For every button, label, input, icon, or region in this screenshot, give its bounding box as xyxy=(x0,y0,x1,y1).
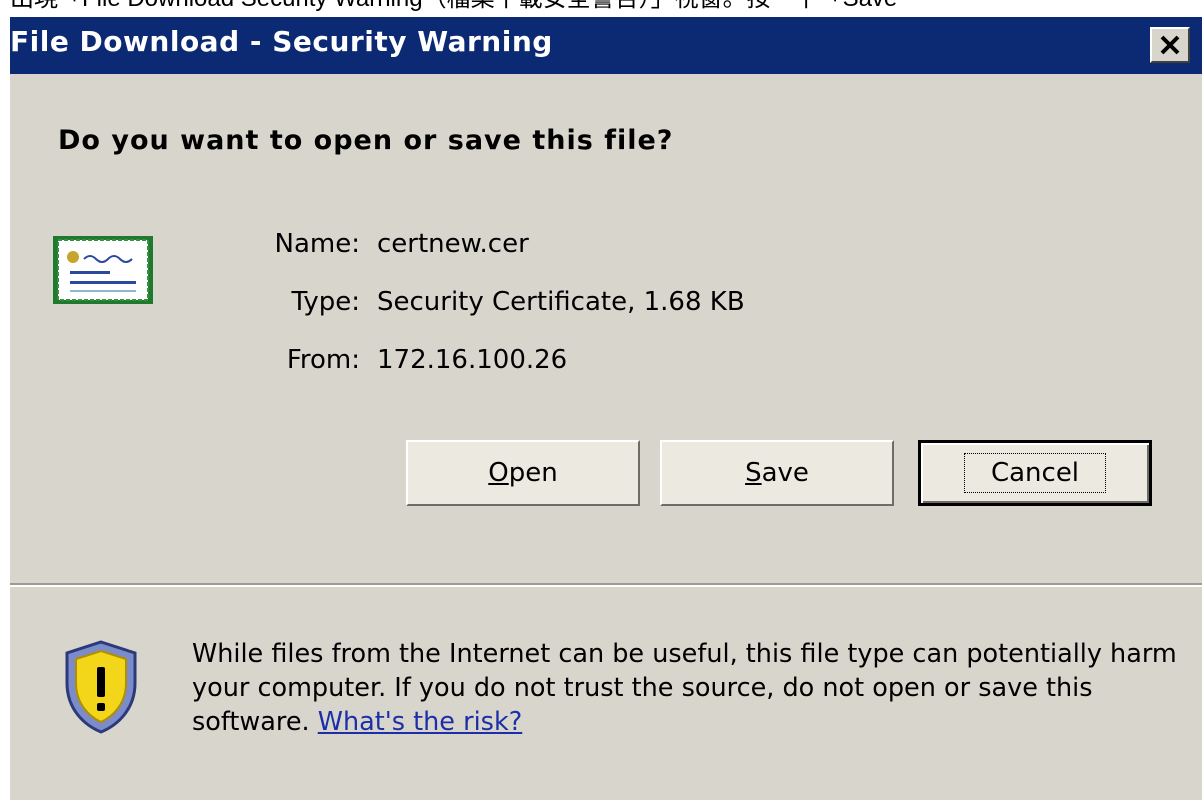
cancel-button[interactable]: Cancel xyxy=(918,440,1152,506)
name-label: Name: xyxy=(274,229,360,259)
title-bar[interactable]: File Download - Security Warning xyxy=(10,17,1202,74)
shield-warning-icon xyxy=(62,639,140,740)
separator xyxy=(10,583,1202,587)
screenshot-page: 出現「File Download Security Warning（檔案下載安全… xyxy=(0,0,1202,800)
close-icon xyxy=(1160,35,1180,55)
open-button-mnemonic: O xyxy=(488,458,509,488)
file-download-dialog: File Download - Security Warning Do you … xyxy=(10,17,1202,800)
open-button-label: pen xyxy=(508,458,558,488)
page-caption: 出現「File Download Security Warning（檔案下載安全… xyxy=(10,0,1202,12)
type-label: Type: xyxy=(291,287,360,317)
from-value: 172.16.100.26 xyxy=(377,345,568,375)
save-button-mnemonic: S xyxy=(745,458,762,488)
window-title: File Download - Security Warning xyxy=(10,25,553,58)
cancel-button-label: Cancel xyxy=(963,453,1107,493)
save-button[interactable]: Save xyxy=(660,440,894,506)
from-label: From: xyxy=(286,345,360,375)
dialog-question: Do you want to open or save this file? xyxy=(58,125,674,156)
name-value: certnew.cer xyxy=(377,229,529,259)
close-button[interactable] xyxy=(1150,27,1190,63)
certificate-icon xyxy=(52,235,154,310)
save-button-label: ave xyxy=(761,458,809,488)
warning-text: While files from the Internet can be use… xyxy=(192,637,1182,739)
type-value: Security Certificate, 1.68 KB xyxy=(377,287,745,317)
open-button[interactable]: Open xyxy=(406,440,640,506)
whats-the-risk-link[interactable]: What's the risk? xyxy=(318,707,523,737)
